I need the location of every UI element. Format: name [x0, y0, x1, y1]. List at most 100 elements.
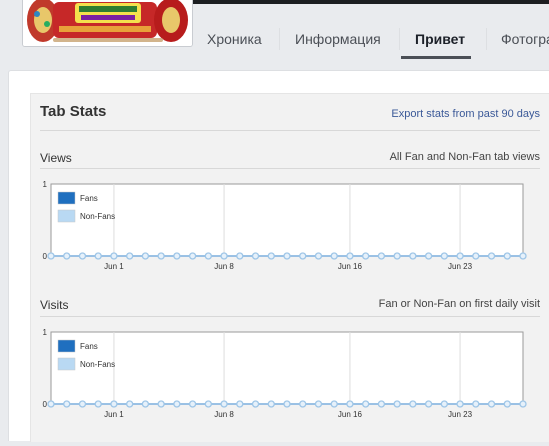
x-tick-label: Jun 8 [214, 410, 234, 419]
data-point [330, 252, 338, 260]
data-point [393, 252, 401, 260]
legend-label: Fans [80, 194, 98, 203]
data-point [283, 252, 291, 260]
legend-swatch-fans [57, 339, 76, 353]
data-point [519, 252, 527, 260]
data-point [110, 400, 118, 408]
export-stats-link[interactable]: Export stats from past 90 days [391, 108, 540, 120]
tab-divider [279, 28, 280, 50]
data-point [220, 252, 228, 260]
x-tick-label: Jun 8 [214, 262, 234, 271]
visits-section-subtitle: Fan or Non-Fan on first daily visit [378, 298, 540, 310]
app-content-panel: Tab Stats Export stats from past 90 days… [8, 70, 549, 442]
tab-timeline[interactable]: Хроника [207, 31, 262, 47]
views-chart-svg: 0 1 Jun 1 Jun 8 Jun 16 Jun 23 Fans Non-Fans [43, 180, 527, 271]
data-point [157, 400, 165, 408]
data-point [393, 400, 401, 408]
visits-chart-svg: 0 1 Jun 1 Jun 8 Jun 16 Jun 23 Fans Non-Fans [43, 328, 527, 419]
data-point [251, 252, 260, 260]
x-tick-label: Jun 23 [448, 410, 473, 419]
data-point [377, 252, 386, 260]
tab-privet[interactable]: Привет [415, 31, 465, 47]
data-point [236, 400, 244, 408]
data-point [487, 400, 496, 408]
active-tab-indicator [401, 56, 471, 59]
y-tick-label: 1 [43, 328, 48, 337]
views-chart: 0 1 Jun 1 Jun 8 Jun 16 Jun 23 Fans Non-Fans [40, 178, 540, 298]
data-point [188, 400, 197, 408]
data-point [63, 400, 71, 408]
x-tick-label: Jun 16 [338, 262, 363, 271]
legend-label: Non-Fans [80, 212, 115, 221]
data-point [314, 252, 323, 260]
data-point [157, 252, 165, 260]
tab-divider [399, 28, 400, 50]
visits-chart: 0 1 Jun 1 Jun 8 Jun 16 Jun 23 Fans Non-Fans [40, 326, 540, 446]
data-point [519, 400, 527, 408]
y-tick-label: 1 [43, 180, 48, 189]
x-tick-label: Jun 23 [448, 262, 473, 271]
plot-area [50, 183, 524, 257]
divider [40, 130, 540, 131]
legend-swatch-non-fans [57, 209, 76, 223]
data-point [141, 252, 150, 260]
data-point [63, 252, 71, 260]
page-tab-bar: Хроника Информация Привет Фотограф [0, 0, 549, 62]
legend-label: Non-Fans [80, 360, 115, 369]
data-point [503, 400, 511, 408]
data-point [267, 252, 275, 260]
divider [40, 168, 540, 169]
y-tick-label: 0 [43, 252, 48, 261]
data-point [126, 400, 134, 408]
tab-photos[interactable]: Фотограф [501, 31, 549, 47]
x-tick-label: Jun 16 [338, 410, 363, 419]
data-point [47, 252, 55, 260]
data-point [472, 252, 480, 260]
data-point [503, 252, 511, 260]
data-point [456, 400, 464, 408]
views-section-subtitle: All Fan and Non-Fan tab views [389, 151, 540, 163]
data-point [173, 252, 181, 260]
divider [40, 316, 540, 317]
data-point [409, 400, 417, 408]
tab-stats-title: Tab Stats [40, 103, 107, 120]
views-section-title: Views [40, 151, 72, 165]
data-point [47, 400, 55, 408]
data-point [377, 400, 386, 408]
data-point [283, 400, 291, 408]
data-point [299, 400, 307, 408]
data-point [346, 400, 354, 408]
data-point [424, 252, 433, 260]
data-point [204, 252, 212, 260]
data-point [267, 400, 275, 408]
data-point [487, 252, 496, 260]
data-point [94, 252, 102, 260]
data-point [424, 400, 433, 408]
visits-section-title: Visits [40, 298, 69, 312]
data-point [173, 400, 181, 408]
x-tick-label: Jun 1 [104, 410, 124, 419]
legend-label: Fans [80, 342, 98, 351]
data-point [330, 400, 338, 408]
data-point [141, 400, 150, 408]
data-point [299, 252, 307, 260]
data-point [220, 400, 228, 408]
tab-stats-container: Tab Stats Export stats from past 90 days… [30, 93, 549, 442]
data-point [346, 252, 354, 260]
data-point [440, 400, 448, 408]
data-point [314, 400, 323, 408]
data-point [362, 400, 370, 408]
legend-swatch-fans [57, 191, 76, 205]
data-point [94, 400, 102, 408]
data-point [251, 400, 260, 408]
tab-divider [486, 28, 487, 50]
y-tick-label: 0 [43, 400, 48, 409]
tab-info[interactable]: Информация [295, 31, 381, 47]
plot-area [50, 331, 524, 405]
data-point [110, 252, 118, 260]
data-point [362, 252, 370, 260]
data-point [440, 252, 448, 260]
data-point [409, 252, 417, 260]
data-point [204, 400, 212, 408]
x-tick-label: Jun 1 [104, 262, 124, 271]
